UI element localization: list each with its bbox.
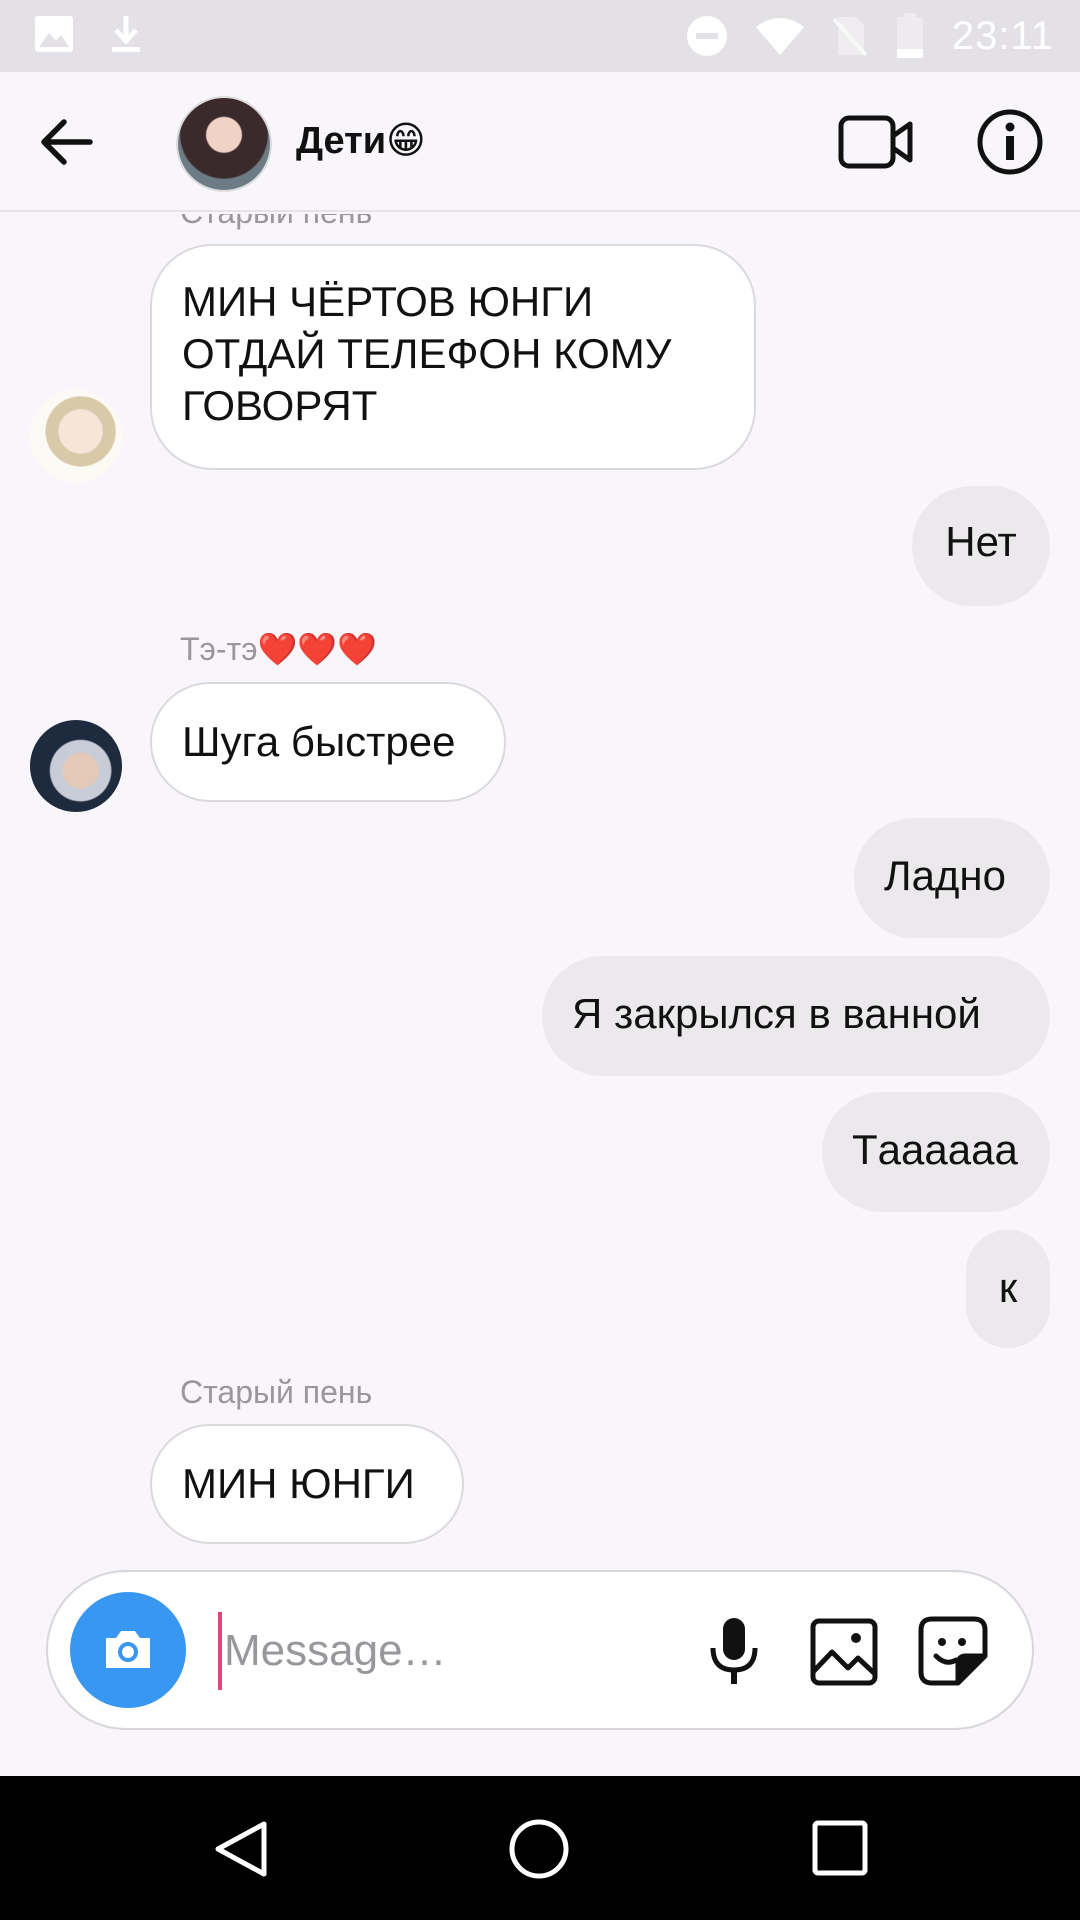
battery-icon xyxy=(896,13,923,58)
status-bar: 23:11 xyxy=(0,0,1080,72)
camera-button[interactable] xyxy=(70,1592,186,1708)
message-bubble-outgoing[interactable]: к xyxy=(966,1230,1050,1348)
sticker-icon[interactable] xyxy=(918,1616,988,1686)
video-call-icon[interactable] xyxy=(838,112,914,172)
info-icon[interactable] xyxy=(976,108,1044,176)
message-text: Я закрылся в ванной xyxy=(572,990,981,1037)
message-bubble-outgoing[interactable]: Тaaaaaa xyxy=(822,1092,1050,1212)
download-icon xyxy=(112,16,140,52)
message-text: Тaaaaaa xyxy=(852,1126,1018,1173)
sender-label: Старый пень xyxy=(180,1374,373,1410)
group-title[interactable]: Дети😁 xyxy=(296,118,426,163)
message-bubble-incoming[interactable]: МИН ЧЁРТОВ ЮНГИ ОТДАЙ ТЕЛЕФОН КОМУ ГОВОР… xyxy=(150,244,756,470)
avatar[interactable] xyxy=(30,720,122,812)
message-input[interactable] xyxy=(218,1612,726,1690)
message-bubble-outgoing[interactable]: Ладно xyxy=(854,818,1050,938)
image-icon xyxy=(35,16,73,52)
dnd-icon xyxy=(686,16,727,56)
message-text-line: МИН ЧЁРТОВ ЮНГИ xyxy=(182,278,594,325)
message-text: Нет xyxy=(945,518,1017,565)
wifi-icon xyxy=(755,18,804,55)
nav-recents-icon[interactable] xyxy=(812,1820,868,1876)
camera-icon xyxy=(106,1631,150,1668)
message-composer xyxy=(46,1570,1034,1730)
nav-back-icon[interactable] xyxy=(210,1818,272,1880)
message-bubble-incoming[interactable]: МИН ЮНГИ xyxy=(150,1424,464,1544)
message-text: Ладно xyxy=(884,852,1006,899)
clock: 23:11 xyxy=(951,13,1054,58)
back-arrow-icon[interactable] xyxy=(36,112,96,172)
message-text-line: ОТДАЙ ТЕЛЕФОН КОМУ xyxy=(182,330,672,377)
message-bubble-outgoing[interactable]: Я закрылся в ванной xyxy=(542,956,1050,1076)
microphone-icon[interactable] xyxy=(706,1616,762,1688)
message-text: к xyxy=(998,1264,1018,1311)
message-text-line: ГОВОРЯТ xyxy=(182,382,378,429)
sender-name: Тэ-тэ❤️❤️❤️ xyxy=(180,631,378,667)
message-bubble-outgoing[interactable]: Нет xyxy=(912,486,1050,606)
avatar[interactable] xyxy=(30,390,122,482)
message-text: Шуга быстрее xyxy=(182,718,456,765)
no-sim-icon xyxy=(832,17,868,57)
system-nav-bar xyxy=(0,1776,1080,1920)
gallery-icon[interactable] xyxy=(810,1618,878,1686)
sender-label: Тэ-тэ❤️❤️❤️ xyxy=(180,630,377,668)
message-text: МИН ЮНГИ xyxy=(182,1460,415,1507)
message-bubble-incoming[interactable]: Шуга быстрее xyxy=(150,682,506,802)
chat-header: Дети😁 xyxy=(0,72,1080,212)
group-avatar[interactable] xyxy=(176,96,272,192)
nav-home-icon[interactable] xyxy=(508,1818,570,1880)
